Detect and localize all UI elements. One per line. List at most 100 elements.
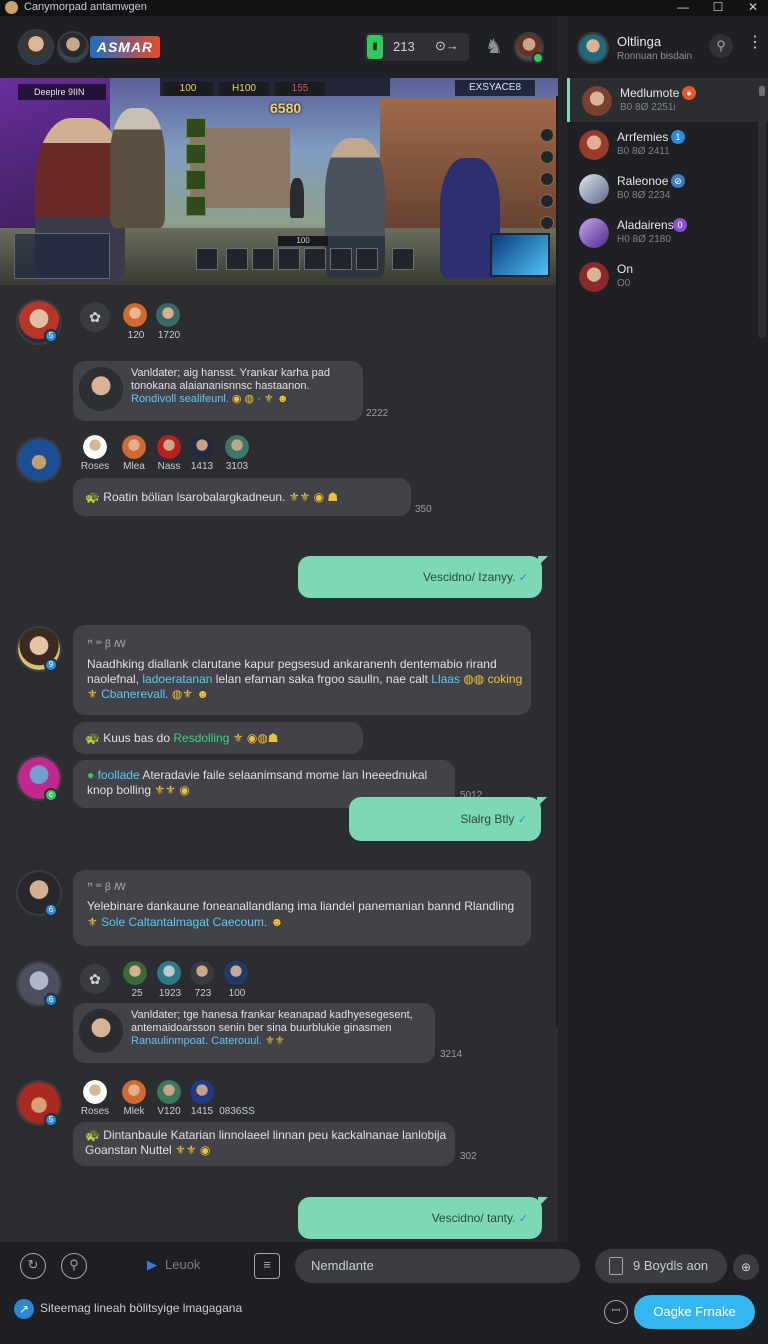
chat-scrollbar[interactable] [556, 96, 558, 1026]
message-bubble[interactable]: 🐢 Kuus bas do Resdolling ⚜ ◉◍☗ [73, 722, 363, 754]
message-bubble[interactable]: ꟸ ꟹ ꞵ ꟿ Naadhking diallank clarutane kap… [73, 625, 531, 715]
hud-button[interactable] [540, 172, 554, 186]
emoji: ⚜⚜ ◉ [175, 1143, 211, 1157]
message-time: 2222 [366, 408, 389, 419]
ability-slot[interactable] [330, 248, 352, 270]
mention-avatar[interactable] [223, 433, 251, 461]
emoji: ◍◍ coking [463, 672, 523, 686]
mention-avatar[interactable] [155, 433, 183, 461]
sidebar-item[interactable]: Medlumote ● B0 8Ø 2251i [567, 78, 768, 122]
message-bubble[interactable]: 🐢 Roatin bölian lsarobalargkadneun. ⚜⚜ ◉… [73, 478, 411, 516]
sidebar-item[interactable]: Aladairens 0 H0 8Ø 2180 [567, 210, 768, 254]
avatar[interactable] [16, 437, 62, 483]
emoji: ☻ [270, 915, 284, 929]
kebab-menu-icon[interactable]: ⋮ [747, 32, 763, 52]
mention-avatar[interactable] [188, 1078, 216, 1106]
streamer-cam[interactable] [490, 233, 550, 277]
message-link[interactable]: Caltantalmagat [128, 915, 209, 929]
hud-button[interactable] [540, 150, 554, 164]
outgoing-bubble[interactable]: Slalrg Btly ✓ [349, 797, 547, 841]
ability-slot[interactable] [304, 248, 326, 270]
search-icon[interactable]: ⚲ [709, 34, 733, 58]
outgoing-bubble[interactable]: Vescidno/ Izanyy. ✓ [298, 556, 548, 598]
sidebar-item-detail: B0 8Ø 2251i [620, 102, 676, 113]
message-link[interactable]: Rondivoll sealifeunl. [131, 393, 229, 405]
user-avatar[interactable] [18, 29, 54, 65]
sidebar-item[interactable]: Raleonoe ⊘ B0 8Ø 2234 [567, 166, 768, 210]
mention-avatar[interactable] [120, 1078, 148, 1106]
outgoing-bubble[interactable]: Vescidno/ tanty. ✓ [298, 1197, 548, 1239]
sidebar-item[interactable]: On O0 [567, 254, 768, 298]
mention-avatar[interactable] [155, 959, 183, 987]
message-text: Slalrg Btly [460, 812, 515, 826]
game-stream-banner[interactable]: Deeplre 9IIN 100 H100 155 EXSYACE8 6580 10… [0, 78, 558, 285]
message-bubble[interactable]: Vanldater; aig hansst. Yrankar karha pad… [73, 361, 363, 421]
mention-avatar[interactable] [81, 1078, 109, 1106]
sidebar-scrollbar[interactable] [758, 84, 766, 338]
mention-avatar[interactable] [222, 959, 250, 987]
message-link[interactable]: Resdolling [173, 731, 229, 745]
close-button[interactable]: ✕ [738, 0, 768, 16]
ability-slot[interactable] [392, 248, 414, 270]
knight-icon[interactable]: ♞ [482, 34, 506, 60]
mention-name: 3103 [225, 461, 249, 472]
mention-avatar[interactable] [155, 1078, 183, 1106]
stat-counter[interactable]: ▮ 213 ⊙→ [365, 33, 469, 61]
ability-slot[interactable] [252, 248, 274, 270]
document-icon[interactable]: ≡ [254, 1253, 280, 1279]
message-bubble[interactable]: Vanldater; tge hanesa frankar keanapad k… [73, 1003, 435, 1063]
pin-icon[interactable]: ⚲ [61, 1253, 87, 1279]
mention-avatar[interactable] [188, 959, 216, 987]
hud-button[interactable] [540, 194, 554, 208]
more-icon[interactable]: ⊕ [733, 1254, 759, 1280]
send-button[interactable]: Oagke Frnake [634, 1295, 755, 1329]
message-link[interactable]: ladoeratanan [142, 672, 212, 686]
hud-stat-3: 155 [275, 82, 325, 96]
message-text: Ateradavie faile selaanimsand mome lan I… [142, 768, 428, 782]
message-link[interactable]: Llaas [431, 672, 460, 686]
message-input[interactable]: Nemdlante [295, 1249, 580, 1283]
mention-avatar[interactable] [121, 301, 149, 329]
message-link[interactable]: foollade [98, 768, 140, 782]
chat-feed[interactable]: 5 ✿ 120 1720 Vanldater; aig hansst. Yran… [0, 285, 558, 1242]
format-icon[interactable]: ꟷ [604, 1300, 628, 1324]
message-link[interactable]: Ranaulinmpoat. [131, 1035, 208, 1047]
mention-avatar[interactable] [188, 433, 216, 461]
message-link[interactable]: Caecoum. [213, 915, 268, 929]
emoji: ⚜ ◉◍☗ [232, 731, 279, 745]
attach-button[interactable]: 9 Boydls aon [595, 1249, 727, 1283]
ability-slot[interactable] [278, 248, 300, 270]
maximize-button[interactable]: ☐ [703, 0, 733, 16]
minimize-button[interactable]: — [668, 0, 698, 16]
mention-avatar[interactable] [81, 433, 109, 461]
level-selector[interactable]: ▶ Leuok [147, 1257, 200, 1273]
message-time: 302 [460, 1151, 477, 1162]
minimap[interactable] [14, 233, 110, 279]
hud-button[interactable] [540, 216, 554, 230]
friend-avatar[interactable] [57, 31, 89, 63]
message-bubble[interactable]: ꟸ ꟹ ꞵ ꟿ Yelebinare dankaune foneanalland… [73, 870, 531, 946]
message-link[interactable]: Caterouul. [211, 1035, 262, 1047]
message-bubble[interactable]: 🐢 Dintanbaule Katarian linnolaeel linnan… [73, 1122, 455, 1166]
scroll-thumb[interactable] [759, 86, 765, 96]
sidebar-item-detail: B0 8Ø 2234 [617, 190, 671, 201]
sender-avatar[interactable] [79, 367, 123, 411]
hud-button[interactable] [540, 128, 554, 142]
sidebar-item[interactable]: Arrfemies 1 B0 8Ø 2411 [567, 122, 768, 166]
message-link[interactable]: Cbanerevall. [101, 687, 168, 701]
refresh-icon[interactable]: ↻ [20, 1253, 46, 1279]
flower-icon[interactable]: ✿ [80, 964, 110, 994]
mention-avatar[interactable] [121, 959, 149, 987]
mention-avatar[interactable] [120, 433, 148, 461]
flower-icon[interactable]: ✿ [80, 302, 110, 332]
channel-avatar[interactable] [577, 32, 609, 64]
mention-avatar[interactable] [154, 301, 182, 329]
turtle-icon: 🐢 [85, 731, 100, 745]
ability-slot[interactable] [226, 248, 248, 270]
message-link[interactable]: Sole [101, 915, 125, 929]
ability-slot[interactable] [196, 248, 218, 270]
ability-slot[interactable] [356, 248, 378, 270]
sidebar-item-label: On [617, 262, 634, 276]
sender-avatar[interactable] [79, 1009, 123, 1053]
avatar [579, 174, 609, 204]
